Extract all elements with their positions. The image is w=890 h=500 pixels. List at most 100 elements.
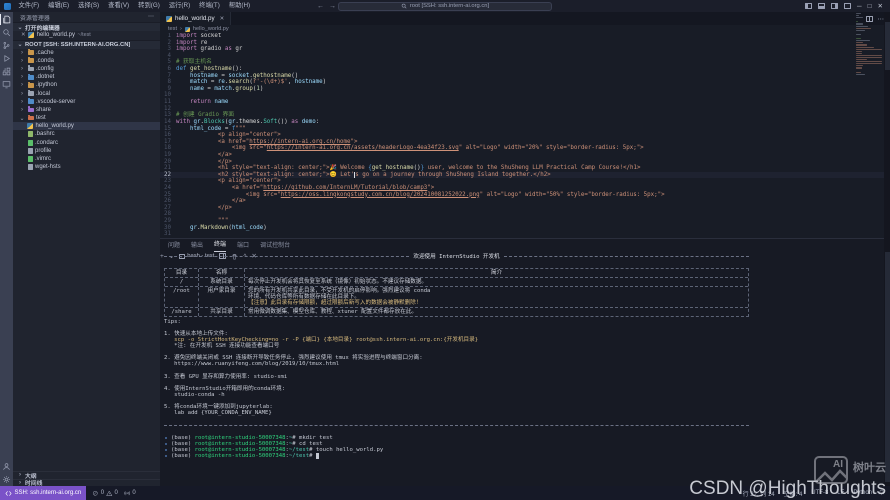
notifications-bell-icon[interactable] (878, 489, 890, 498)
tree-item-profile[interactable]: profile (13, 147, 160, 155)
panel-tab-0[interactable]: 问题 (168, 240, 180, 252)
toggle-panel-icon[interactable] (818, 3, 825, 9)
workspace-root-section[interactable]: ⌄ ROOT [SSH: SSH.INTERN-AI.ORG.CN] (13, 40, 160, 49)
toggle-sidebar-icon[interactable] (805, 3, 812, 9)
tree-item-test[interactable]: ⌄test (13, 114, 160, 122)
code-line-15[interactable]: 15 html_code = f""" (160, 126, 884, 133)
menu-view[interactable]: 查看(V) (104, 0, 134, 12)
code-line-14[interactable]: 14with gr.Blocks(gr.themes.Soft()) as de… (160, 119, 884, 126)
tree-item-wget-hsts[interactable]: wget-hsts (13, 163, 160, 171)
source-control-icon[interactable] (0, 39, 13, 52)
tab-close-icon[interactable]: ✕ (220, 16, 225, 22)
command-center[interactable]: root [SSH: ssh.intern-ai.org.cn] (338, 2, 552, 11)
menu-help[interactable]: 帮助(H) (224, 0, 254, 12)
status-eol[interactable]: LF (837, 490, 844, 496)
panel-tab-3[interactable]: 端口 (237, 240, 249, 252)
code-line-28[interactable]: 28 (160, 211, 884, 218)
code-line-2[interactable]: 2import re (160, 40, 884, 47)
tree-item--dotnet[interactable]: ›.dotnet (13, 73, 160, 81)
code-line-18[interactable]: 18 <img src="https://intern-ai.org.cn/as… (160, 145, 884, 152)
views-more-icon[interactable]: ⋯ (148, 14, 154, 20)
search-icon[interactable] (0, 26, 13, 39)
tree-item--conda[interactable]: ›.conda (13, 57, 160, 65)
minimize-button[interactable]: ─ (857, 3, 862, 10)
explorer-icon[interactable] (0, 13, 13, 26)
tree-item--ipython[interactable]: ›.ipython (13, 81, 160, 89)
code-line-27[interactable]: 27 </p> (160, 205, 884, 212)
status-encoding[interactable]: UTF-8 (811, 490, 828, 496)
code-line-26[interactable]: 26 </a> (160, 198, 884, 205)
code-line-7[interactable]: 7 hostname = socket.gethostname() (160, 73, 884, 80)
menu-terminal[interactable]: 终端(T) (195, 0, 225, 12)
minimap[interactable] (856, 13, 882, 228)
breadcrumb[interactable]: test › hello_world.py (160, 25, 890, 33)
tab-hello-world-py[interactable]: hello_world.py ✕ (160, 12, 231, 25)
breadcrumb-file[interactable]: hello_world.py (193, 26, 229, 32)
code-line-21[interactable]: 21 <h1 style="text-align: center;">🎉 Wel… (160, 165, 884, 172)
menu-file[interactable]: 文件(F) (14, 0, 44, 12)
tree-item--condarc[interactable]: .condarc (13, 139, 160, 147)
open-editor-item[interactable]: ✕ hello_world.py ~/test (13, 31, 160, 40)
terminal-scrollbar[interactable] (885, 252, 890, 482)
code-line-19[interactable]: 19 </a> (160, 152, 884, 159)
status-indentation[interactable]: 空格: 4 (784, 489, 803, 498)
tree-item--config[interactable]: ›.config (13, 65, 160, 73)
tree-item--vscode-server[interactable]: ›.vscode-server (13, 98, 160, 106)
code-line-6[interactable]: 6def get_hostname(): (160, 66, 884, 73)
tree-item--bashrc[interactable]: .bashrc (13, 130, 160, 138)
back-icon[interactable]: ← (317, 3, 324, 10)
account-icon[interactable] (0, 460, 13, 473)
code-line-31[interactable]: 31 (160, 231, 884, 238)
terminal-output[interactable]: 欢迎使用 InternStudio 开发机目录名称简介/系统目录每次停止开发机会… (164, 253, 880, 484)
code-line-5[interactable]: 5# 获取主机名 (160, 59, 884, 66)
code-line-16[interactable]: 16 <p align="center"> (160, 132, 884, 139)
tree-item--local[interactable]: ›.local (13, 89, 160, 97)
ports-indicator[interactable]: 0 (124, 490, 136, 497)
remote-indicator[interactable]: SSH: ssh.intern-ai.org.cn (0, 486, 86, 500)
toggle-secondary-sidebar-icon[interactable] (831, 3, 838, 9)
status-language-mode[interactable]: Python (853, 490, 872, 496)
run-debug-icon[interactable] (0, 52, 13, 65)
code-line-10[interactable]: 10 (160, 92, 884, 99)
status-cursor-position[interactable]: 行 22, 列 14 (743, 489, 775, 498)
extensions-icon[interactable] (0, 65, 13, 78)
panel-tab-4[interactable]: 调试控制台 (260, 240, 290, 252)
code-line-8[interactable]: 8 match = re.search(r'-(\d+)$', hostname… (160, 79, 884, 86)
code-line-9[interactable]: 9 name = match.group(1) (160, 86, 884, 93)
panel-tab-1[interactable]: 输出 (191, 240, 203, 252)
tree-item-hello-world-py[interactable]: hello_world.py (13, 122, 160, 130)
menu-selection[interactable]: 选择(S) (74, 0, 104, 12)
code-line-12[interactable]: 12 (160, 106, 884, 113)
menu-go[interactable]: 转到(G) (134, 0, 165, 12)
maximize-button[interactable]: □ (868, 3, 872, 10)
code-line-3[interactable]: 3import gradio as gr (160, 46, 884, 53)
code-editor[interactable]: 1import socket2import re3import gradio a… (160, 33, 884, 238)
timeline-section[interactable]: › 时间线 (13, 479, 160, 487)
editor-scrollbar[interactable] (885, 22, 890, 70)
menu-edit[interactable]: 编辑(E) (44, 0, 74, 12)
panel-tab-2[interactable]: 终端 (214, 239, 226, 252)
remote-explorer-icon[interactable] (0, 78, 13, 91)
menu-run[interactable]: 运行(R) (164, 0, 194, 12)
forward-icon[interactable]: → (329, 3, 336, 10)
code-line-24[interactable]: 24 <a href="https://github.com/InternLM/… (160, 185, 884, 192)
tree-item-share[interactable]: ›share (13, 106, 160, 114)
breadcrumb-folder[interactable]: test (168, 26, 177, 32)
close-icon[interactable]: ✕ (21, 32, 26, 38)
code-line-23[interactable]: 23 <p align="center"> (160, 178, 884, 185)
open-editors-section[interactable]: ⌄ 打开的编辑器 (13, 22, 160, 31)
code-line-30[interactable]: 30 gr.Markdown(html_code) (160, 225, 884, 232)
tree-item--vimrc[interactable]: .vimrc (13, 155, 160, 163)
customize-layout-icon[interactable] (844, 3, 851, 9)
code-line-4[interactable]: 4 (160, 53, 884, 60)
code-line-1[interactable]: 1import socket (160, 33, 884, 40)
code-line-25[interactable]: 25 <img src="https://oss.lingkongstudy.c… (160, 192, 884, 199)
code-line-13[interactable]: 13# 创建 Gradio 界面 (160, 112, 884, 119)
close-button[interactable]: ✕ (878, 2, 883, 10)
code-line-29[interactable]: 29 """ (160, 218, 884, 225)
settings-gear-icon[interactable] (0, 473, 13, 486)
code-line-17[interactable]: 17 <a href="https://intern-ai.org.cn/hom… (160, 139, 884, 146)
tree-item--cache[interactable]: ›.cache (13, 49, 160, 57)
code-line-11[interactable]: 11 return name (160, 99, 884, 106)
problems-indicator[interactable]: 0 0 (92, 490, 118, 497)
